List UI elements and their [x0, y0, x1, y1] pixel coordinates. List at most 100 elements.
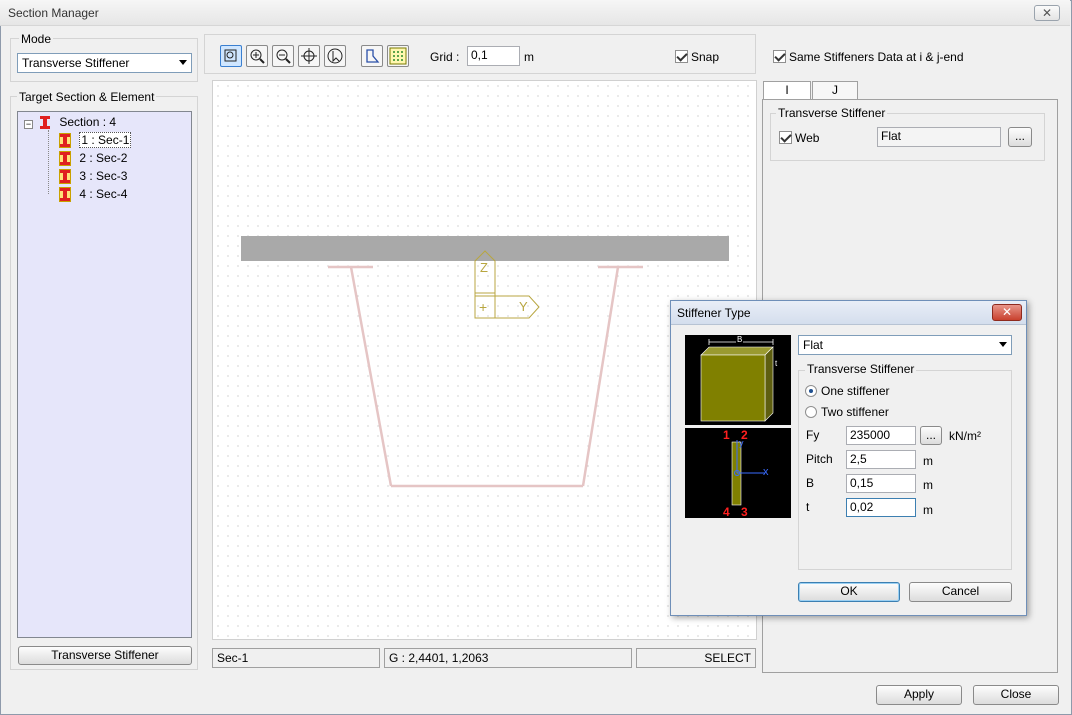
tree-item-label: 3 : Sec-3 — [79, 169, 128, 183]
dialog-close-button[interactable]: ✕ — [992, 304, 1022, 321]
y-axis-label: y — [739, 438, 744, 448]
stiffener-type-value: Flat — [803, 338, 824, 352]
ibeam-icon — [59, 133, 71, 149]
dialog-group-label: Transverse Stiffener — [805, 362, 917, 376]
dialog-title: Stiffener Type — [677, 306, 751, 320]
tree-item-sec-3[interactable]: 3 : Sec-3 — [59, 169, 128, 185]
apply-button[interactable]: Apply — [876, 685, 962, 705]
tree-item-sec-2[interactable]: 2 : Sec-2 — [59, 151, 128, 167]
b-unit: m — [923, 478, 933, 492]
stiffener-type-dropdown[interactable]: Flat — [798, 335, 1012, 355]
grid-label: Grid : — [430, 50, 460, 64]
web-label: Web — [795, 131, 820, 145]
tab-i[interactable]: I — [763, 81, 811, 100]
cancel-button[interactable]: Cancel — [909, 582, 1012, 602]
pitch-input[interactable]: 2,5 — [846, 450, 916, 469]
two-stiffener-radio[interactable] — [805, 406, 817, 418]
web-browse-button[interactable]: ... — [1008, 127, 1032, 147]
pitch-unit: m — [923, 454, 933, 468]
section-tree[interactable]: − Section : 4 1 : Sec-1 2 : Sec-2 3 : Se… — [17, 111, 192, 638]
mode-label: Mode — [19, 32, 54, 46]
ibeam-icon — [59, 169, 71, 185]
pan-icon — [301, 48, 317, 64]
point-1-label: 1 — [723, 428, 730, 442]
web-checkbox[interactable] — [779, 131, 792, 144]
fy-browse-button[interactable]: ... — [920, 426, 942, 445]
zoom-out-icon — [276, 49, 291, 64]
title-bar: Section Manager ✕ — [0, 0, 1070, 26]
b-input[interactable]: 0,15 — [846, 474, 916, 493]
close-button[interactable]: Close — [973, 685, 1059, 705]
cursor-icon — [327, 48, 343, 64]
t-dimension-label: t — [775, 359, 778, 368]
tree-root[interactable]: Section : 4 — [40, 115, 117, 130]
t-input[interactable]: 0,02 — [846, 498, 916, 517]
section-tool[interactable] — [361, 45, 383, 67]
z-axis-label: Z — [480, 260, 488, 275]
ibeam-icon — [59, 151, 71, 167]
stiffener-section-preview: 1 2 4 3 y x — [685, 428, 791, 519]
stiffener-group-label: Transverse Stiffener — [776, 106, 888, 120]
one-stiffener-radio[interactable] — [805, 385, 817, 397]
section-shape-icon — [366, 49, 380, 63]
dialog-title-bar: Stiffener Type ✕ — [671, 301, 1026, 325]
tab-j[interactable]: J — [812, 81, 858, 100]
snap-checkbox[interactable] — [675, 50, 688, 63]
tree-item-label: 4 : Sec-4 — [79, 187, 128, 201]
web-type-field: Flat — [877, 127, 1001, 147]
t-label: t — [806, 500, 810, 514]
mode-dropdown[interactable]: Transverse Stiffener — [17, 53, 192, 73]
target-label: Target Section & Element — [17, 90, 157, 104]
stiffener-section-drawing — [731, 440, 765, 506]
two-stiffener-label: Two stiffener — [821, 405, 889, 419]
t-unit: m — [923, 503, 933, 517]
deck-slab — [241, 236, 729, 261]
grid-icon — [389, 47, 407, 65]
status-coords: G : 2,4401, 1,2063 — [384, 648, 632, 668]
window-title: Section Manager — [8, 6, 99, 20]
zoom-in-tool[interactable] — [246, 45, 268, 67]
tree-item-label: 2 : Sec-2 — [79, 151, 128, 165]
zoom-fit-tool[interactable] — [220, 45, 242, 67]
dialog-stiffener-group — [798, 370, 1012, 570]
origin-label: + — [479, 299, 488, 315]
status-mode: SELECT — [636, 648, 756, 668]
tree-item-label: 1 : Sec-1 — [79, 132, 132, 148]
b-label: B — [806, 476, 815, 490]
zoom-in-icon — [250, 49, 265, 64]
window-close-button[interactable]: ✕ — [1034, 5, 1060, 21]
x-axis-label: x — [763, 466, 769, 478]
fy-label: Fy — [806, 428, 820, 442]
pitch-label: Pitch — [806, 452, 833, 466]
tree-connector — [48, 130, 49, 194]
same-data-checkbox[interactable] — [773, 50, 786, 63]
point-4-label: 4 — [723, 505, 730, 519]
ibeam-icon — [40, 116, 50, 130]
chevron-down-icon — [999, 342, 1007, 347]
ibeam-icon — [59, 187, 71, 203]
tree-item-sec-1[interactable]: 1 : Sec-1 — [59, 132, 132, 149]
collapse-icon[interactable]: − — [24, 120, 33, 129]
fy-input[interactable]: 235000 — [846, 426, 916, 445]
stiffener-type-dialog: Stiffener Type ✕ B t 1 2 4 3 y x Flat Tr… — [670, 300, 1027, 616]
stiffener-3d-drawing — [700, 339, 774, 422]
mode-dropdown-value: Transverse Stiffener — [22, 56, 130, 70]
ok-button[interactable]: OK — [798, 582, 900, 602]
status-section: Sec-1 — [212, 648, 380, 668]
one-stiffener-label: One stiffener — [821, 384, 890, 398]
select-tool[interactable] — [324, 45, 346, 67]
grid-input[interactable]: 0,1 — [467, 46, 520, 66]
y-axis-label: Y — [519, 299, 528, 314]
grid-unit: m — [524, 50, 534, 64]
stiffener-3d-preview: B t — [685, 335, 791, 425]
pan-tool[interactable] — [298, 45, 320, 67]
tree-root-label: Section : 4 — [59, 115, 117, 129]
chevron-down-icon — [179, 60, 187, 65]
tree-item-sec-4[interactable]: 4 : Sec-4 — [59, 187, 128, 203]
transverse-stiffener-button[interactable]: Transverse Stiffener — [18, 646, 192, 665]
zoom-fit-icon — [224, 49, 237, 62]
grid-tool[interactable] — [387, 45, 409, 67]
point-3-label: 3 — [741, 505, 748, 519]
zoom-out-tool[interactable] — [272, 45, 294, 67]
b-dimension-label: B — [736, 335, 744, 344]
